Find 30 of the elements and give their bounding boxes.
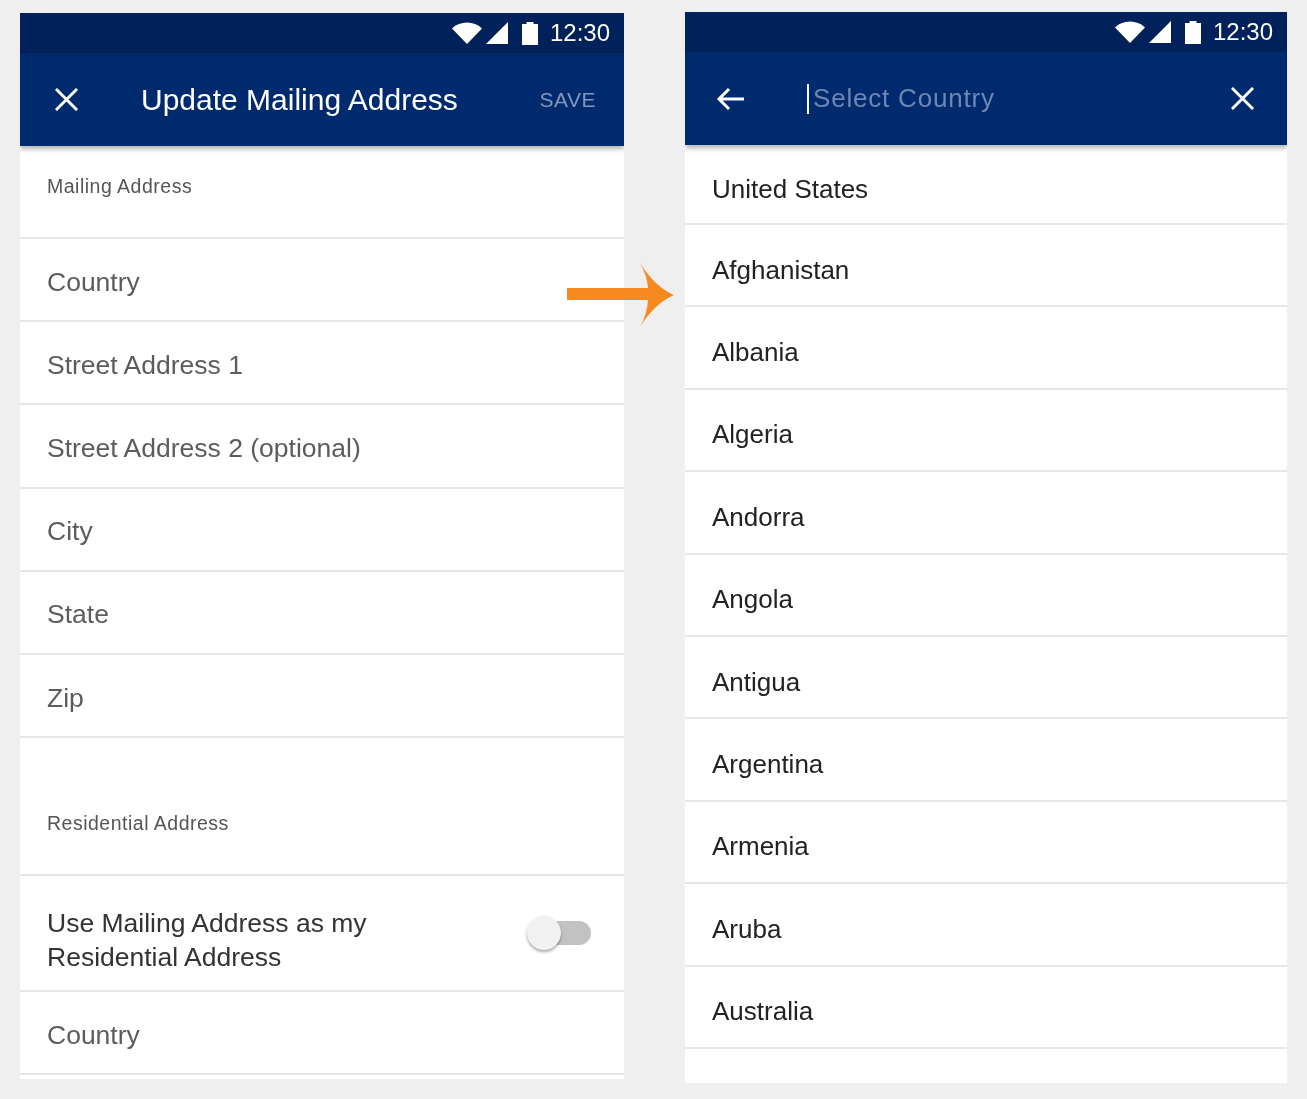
battery-icon: [521, 21, 538, 45]
section-heading: Residential Address: [20, 783, 624, 877]
arrow-icon: [567, 263, 675, 327]
wifi-icon: [1114, 21, 1145, 43]
back-button[interactable]: [716, 86, 745, 111]
country-list-item[interactable]: Australia: [685, 966, 1287, 1049]
country-list-item[interactable]: Algeria: [685, 389, 1287, 473]
close-button[interactable]: [55, 88, 78, 111]
wifi-icon: [451, 22, 482, 44]
country-list-item[interactable]: Albania: [685, 307, 1287, 390]
battery-icon: [1184, 20, 1201, 44]
close-button[interactable]: [1231, 87, 1254, 110]
screen-title: Update Mailing Address: [141, 81, 459, 118]
signal-icon: [1148, 21, 1171, 43]
country-list-item[interactable]: Argentina: [685, 719, 1287, 802]
country-list-item[interactable]: Antigua: [685, 636, 1287, 720]
signal-icon: [485, 22, 508, 44]
country-list-item[interactable]: Afghanistan: [685, 225, 1287, 308]
close-icon: [1231, 87, 1254, 110]
status-time: 12:30: [549, 19, 610, 47]
country-list-item[interactable]: United States: [685, 145, 1287, 225]
status-time: 12:30: [1212, 18, 1273, 46]
toggle-switch[interactable]: [527, 916, 591, 951]
country-list-item[interactable]: Andorra: [685, 472, 1287, 555]
close-icon: [55, 88, 78, 111]
back-arrow-icon: [716, 86, 745, 111]
country-list-item[interactable]: Aruba: [685, 884, 1287, 967]
country-list-item[interactable]: Armenia: [685, 801, 1287, 885]
country-list-item[interactable]: Angola: [685, 554, 1287, 637]
toggle-label: Use Mailing Address as my Residential Address: [47, 907, 368, 975]
